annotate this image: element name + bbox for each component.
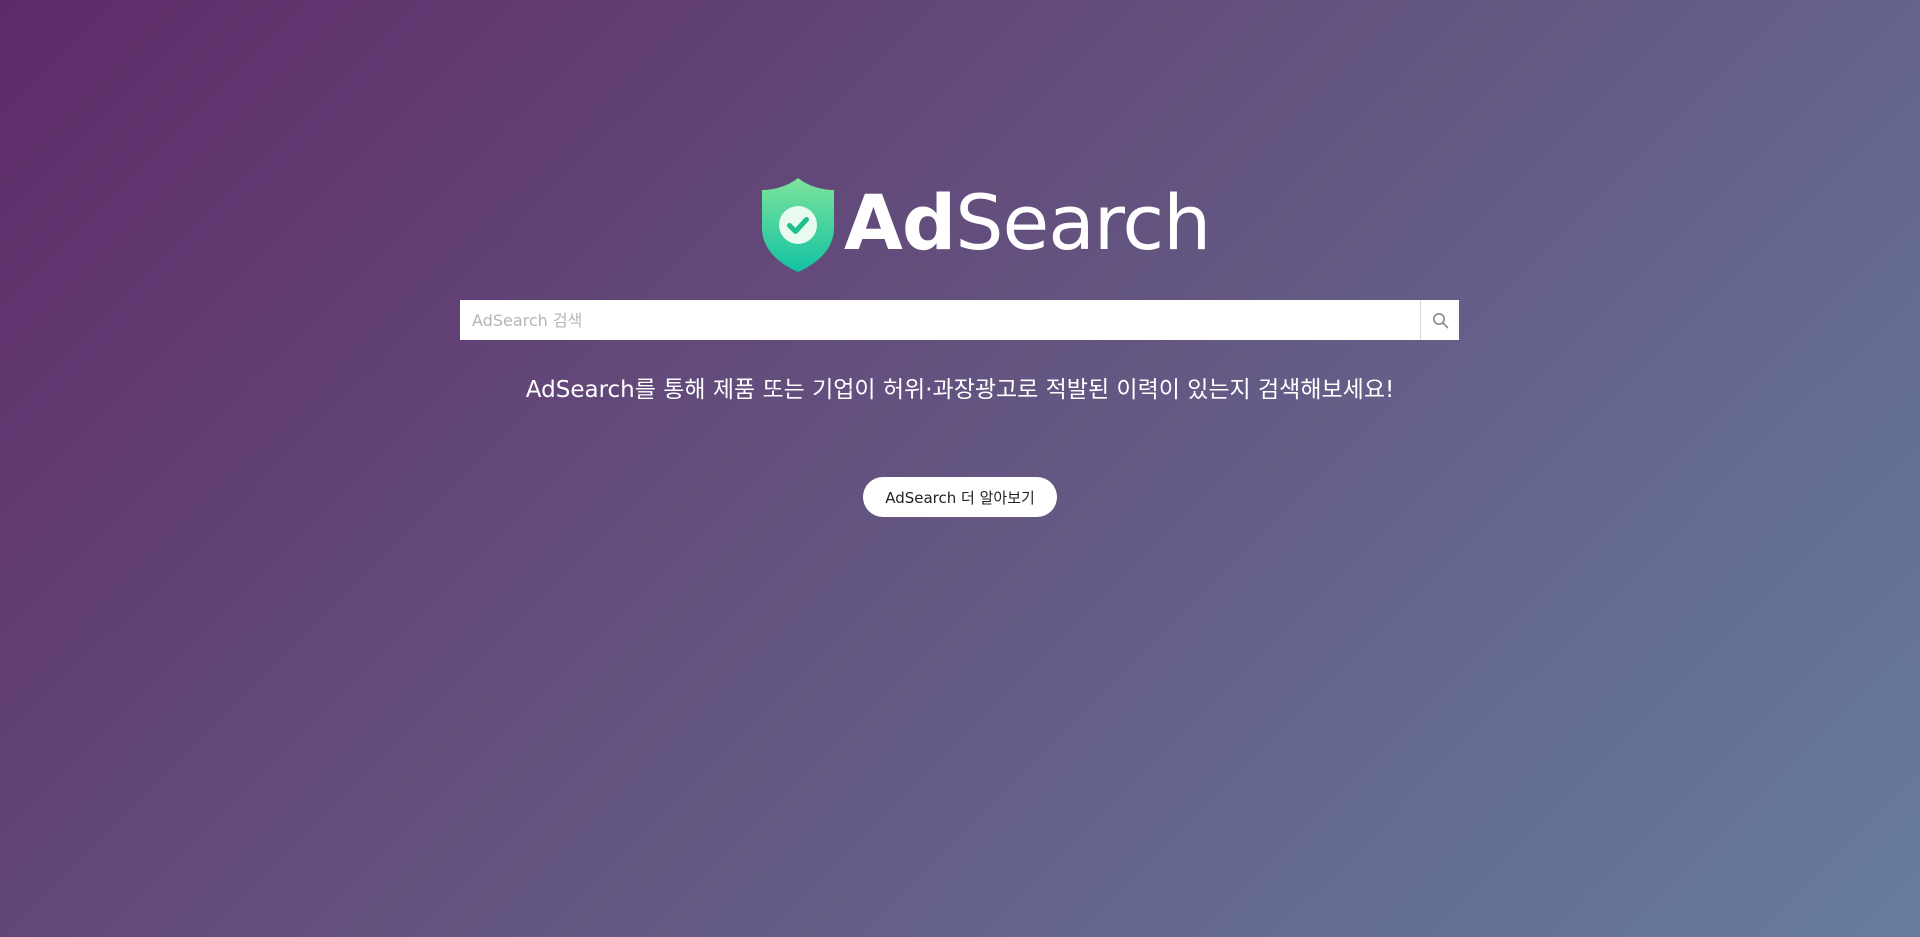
search-button[interactable] (1420, 300, 1459, 340)
search-bar (460, 300, 1459, 340)
shield-check-icon (762, 178, 834, 272)
logo-text-light: Search (955, 178, 1211, 267)
search-icon (1432, 312, 1448, 328)
logo-wordmark: AdSearch (844, 173, 1211, 273)
learn-more-button[interactable]: AdSearch 더 알아보기 (863, 477, 1057, 517)
logo-text-bold: Ad (844, 178, 956, 267)
tagline: AdSearch를 통해 제품 또는 기업이 허위·과장광고로 적발된 이력이 … (525, 377, 1395, 403)
search-input[interactable] (460, 300, 1420, 340)
logo: AdSearch (760, 173, 1211, 275)
